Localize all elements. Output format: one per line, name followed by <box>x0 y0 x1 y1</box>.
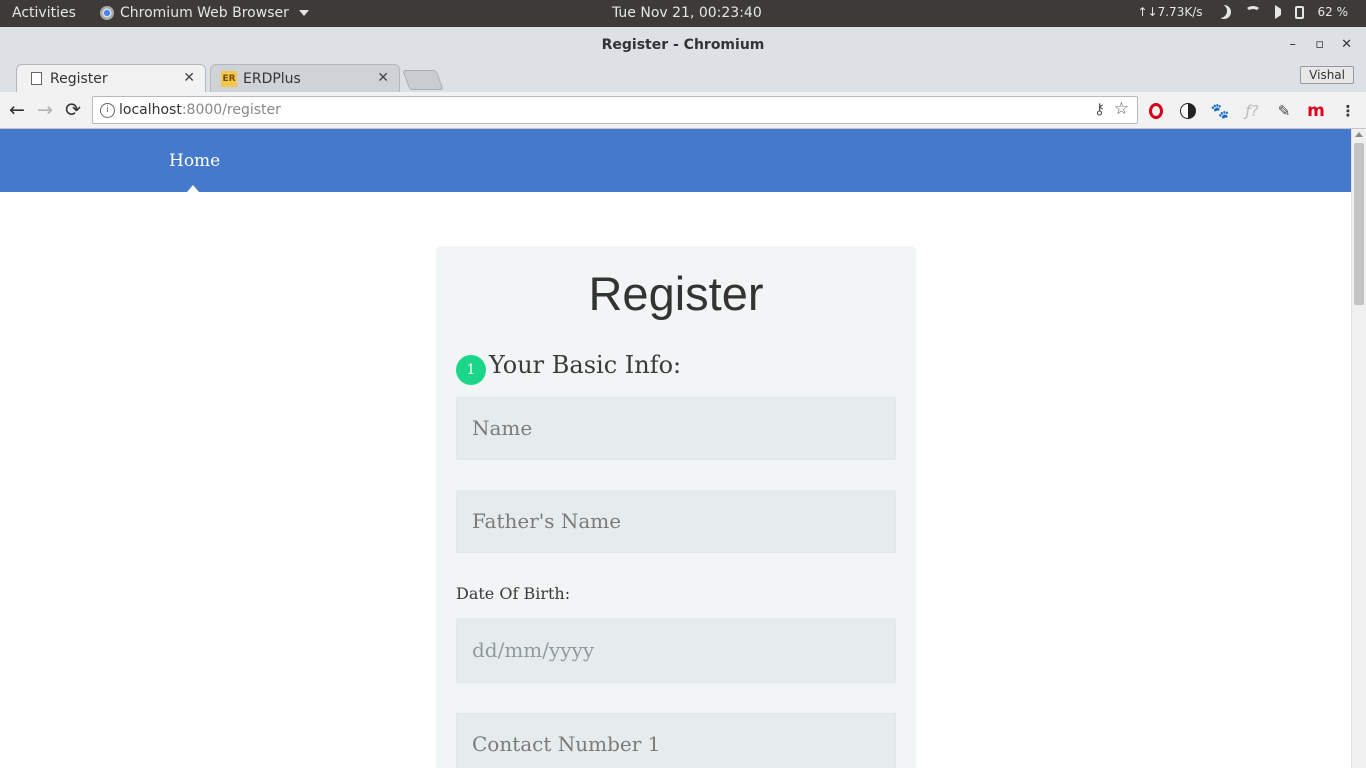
chevron-down-icon <box>298 10 309 16</box>
window-title-bar: Register - Chromium – ▫ ✕ <box>0 27 1366 62</box>
page-content: Home Register 1 Your Basic Info: Name Fa… <box>0 129 1351 768</box>
maximize-icon[interactable]: ▫ <box>1315 37 1324 52</box>
browser-toolbar: ← → ⟳ i localhost:8000/register ⚷ ☆ 🐾 ƒ?… <box>0 92 1366 129</box>
tab-register[interactable]: Register ✕ <box>16 64 206 92</box>
window-title: Register - Chromium <box>601 37 765 53</box>
close-tab-icon[interactable]: ✕ <box>183 70 195 86</box>
name-input[interactable]: Name <box>456 397 896 460</box>
name-placeholder: Name <box>472 416 533 440</box>
system-tray[interactable]: ↑↓7.73K/s 62 % <box>1137 5 1349 19</box>
minimize-icon[interactable]: – <box>1290 37 1297 52</box>
star-icon[interactable]: ☆ <box>1114 99 1129 119</box>
back-button[interactable]: ← <box>6 99 28 121</box>
father-name-placeholder: Father's Name <box>472 509 622 533</box>
wifi-icon <box>1244 6 1261 18</box>
network-speed: ↑↓7.73K/s <box>1137 5 1203 19</box>
battery-percent: 62 % <box>1317 5 1349 19</box>
site-navbar: Home <box>0 129 1351 192</box>
active-nav-indicator <box>187 185 199 192</box>
forward-button[interactable]: → <box>34 99 56 121</box>
dob-label: Date Of Birth: <box>456 584 571 603</box>
info-icon[interactable]: i <box>100 103 115 118</box>
m-extension-icon[interactable]: m <box>1306 101 1326 121</box>
reload-button[interactable]: ⟳ <box>62 99 84 121</box>
step-badge: 1 <box>456 355 486 385</box>
tab-strip: Register ✕ ER ERDPlus ✕ Vishal <box>0 62 1366 92</box>
tab-erdplus[interactable]: ER ERDPlus ✕ <box>210 64 400 92</box>
tab-label: ERDPlus <box>243 70 301 87</box>
opera-extension-icon[interactable] <box>1146 101 1166 121</box>
page-title: Register <box>588 267 764 320</box>
address-bar[interactable]: i localhost:8000/register ⚷ ☆ <box>92 96 1138 124</box>
chromium-icon <box>100 6 114 20</box>
page-icon <box>31 72 42 85</box>
battery-icon <box>1294 5 1304 19</box>
father-name-input[interactable]: Father's Name <box>456 490 896 553</box>
app-menu[interactable]: Chromium Web Browser <box>100 5 309 21</box>
activities-button[interactable]: Activities <box>12 5 76 21</box>
close-tab-icon[interactable]: ✕ <box>377 70 389 86</box>
contact-number-1-input[interactable]: Contact Number 1 <box>456 713 896 768</box>
browser-menu-icon[interactable]: ⋮ <box>1338 101 1358 121</box>
section-title: Your Basic Info: <box>489 351 682 379</box>
close-window-icon[interactable]: ✕ <box>1341 37 1352 52</box>
vertical-scrollbar[interactable] <box>1351 129 1366 768</box>
volume-icon <box>1274 5 1281 19</box>
system-top-bar: Activities Chromium Web Browser Tue Nov … <box>0 0 1366 27</box>
scroll-up-icon[interactable] <box>1355 132 1363 137</box>
nav-home-link[interactable]: Home <box>169 151 220 171</box>
app-menu-label: Chromium Web Browser <box>120 5 289 21</box>
fx-extension-icon[interactable]: ƒ? <box>1242 101 1262 121</box>
tab-label: Register <box>50 70 108 87</box>
register-card: Register 1 Your Basic Info: Name Father'… <box>436 246 916 768</box>
new-tab-button[interactable] <box>402 70 444 90</box>
dob-input[interactable]: dd/mm/yyyy <box>456 618 896 683</box>
system-clock[interactable]: Tue Nov 21, 00:23:40 <box>612 5 762 21</box>
scrollbar-thumb[interactable] <box>1354 143 1364 305</box>
url-host: localhost <box>119 102 182 118</box>
key-icon[interactable]: ⚷ <box>1094 100 1105 118</box>
profile-button[interactable]: Vishal <box>1300 66 1354 84</box>
dob-placeholder: dd/mm/yyyy <box>472 638 595 662</box>
color-picker-extension-icon[interactable]: ✎ <box>1274 101 1294 121</box>
dark-mode-extension-icon[interactable] <box>1178 101 1198 121</box>
url-text[interactable]: localhost:8000/register <box>119 102 281 118</box>
erdplus-favicon-icon: ER <box>221 70 237 87</box>
night-mode-icon <box>1217 5 1231 19</box>
contact-number-1-placeholder: Contact Number 1 <box>472 732 661 756</box>
gnome-extension-icon[interactable]: 🐾 <box>1210 101 1230 121</box>
url-path: :8000/register <box>181 102 281 118</box>
